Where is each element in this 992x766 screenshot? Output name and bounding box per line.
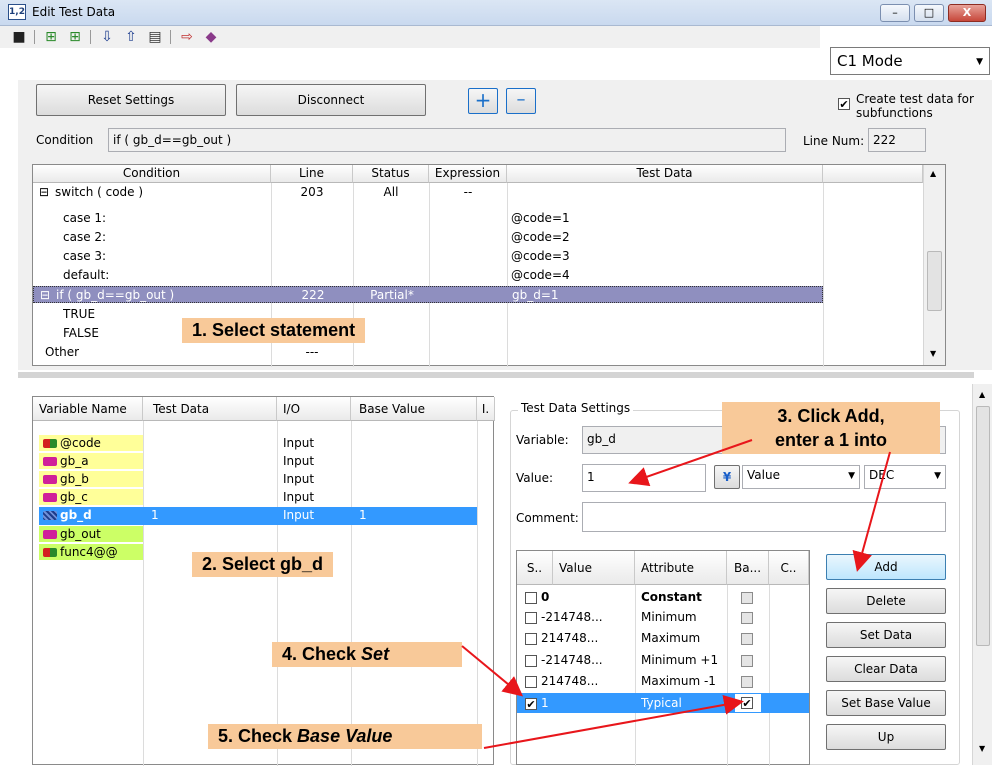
arrow-to-set-checkbox	[461, 645, 524, 697]
annotation-arrows	[461, 439, 891, 749]
arrow-to-base-checkbox	[483, 694, 744, 749]
arrow-to-value-field	[628, 439, 753, 487]
arrow-to-add-button	[852, 451, 891, 572]
